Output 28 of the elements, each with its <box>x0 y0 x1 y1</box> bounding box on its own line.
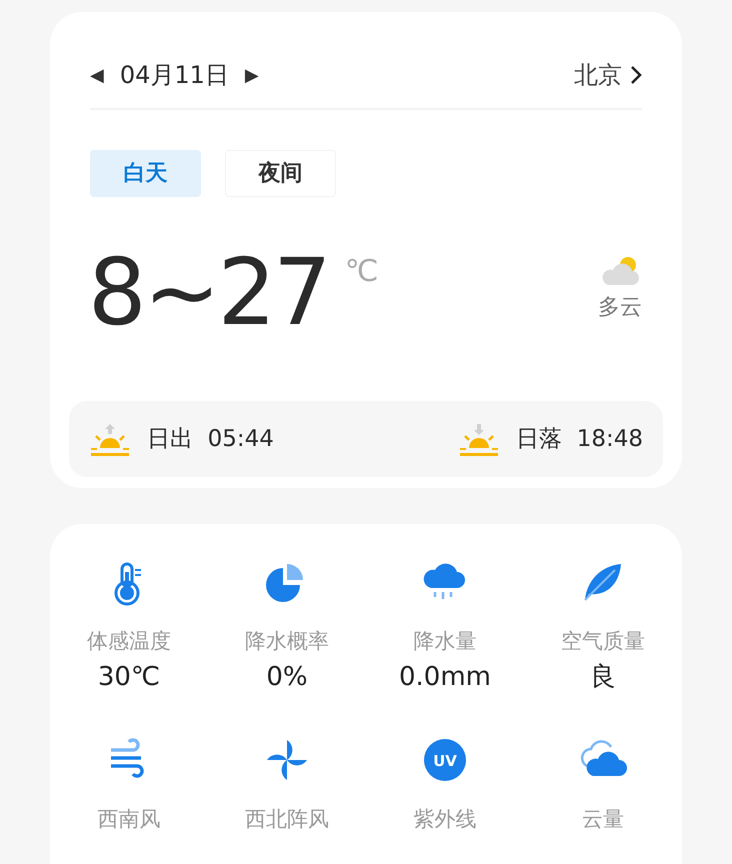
sun-time-label: 日落 18:48 <box>516 424 643 454</box>
partly-cloudy-icon <box>600 255 640 287</box>
previous-day-button[interactable]: ◀ <box>90 62 104 88</box>
detail-label: 空气质量 <box>561 628 645 655</box>
next-day-button[interactable]: ▶ <box>244 62 259 88</box>
chevron-right-icon <box>630 65 642 85</box>
detail-label: 西北阵风 <box>245 806 329 833</box>
city-selector[interactable]: 北京 <box>574 57 642 93</box>
detail-label: 降水概率 <box>245 628 329 655</box>
detail-label: 紫外线 <box>414 806 476 833</box>
detail-label: 云量 <box>582 806 624 833</box>
detail-value: 0.0mm <box>398 660 491 694</box>
sunrise-icon <box>89 422 131 456</box>
date-label: 04月11日 <box>120 60 229 91</box>
detail-value: 0% <box>266 660 308 694</box>
sun-time-label: 日出 05:44 <box>147 424 274 454</box>
tab[interactable]: 白天 <box>90 150 201 197</box>
detail-label: 体感温度 <box>87 628 171 655</box>
temperature-range: 8~27 <box>88 247 329 339</box>
temperature-unit: ℃ <box>344 253 378 291</box>
detail-value: 30℃ <box>98 660 160 694</box>
uv-icon: UV <box>421 736 469 784</box>
detail-value: 良 <box>590 660 616 694</box>
detail-label: 降水量 <box>414 628 476 655</box>
sunset-icon <box>458 422 500 456</box>
weather-condition: 多云 <box>598 294 642 322</box>
tab[interactable]: 夜间 <box>225 150 336 197</box>
detail-label: 西南风 <box>98 806 160 833</box>
